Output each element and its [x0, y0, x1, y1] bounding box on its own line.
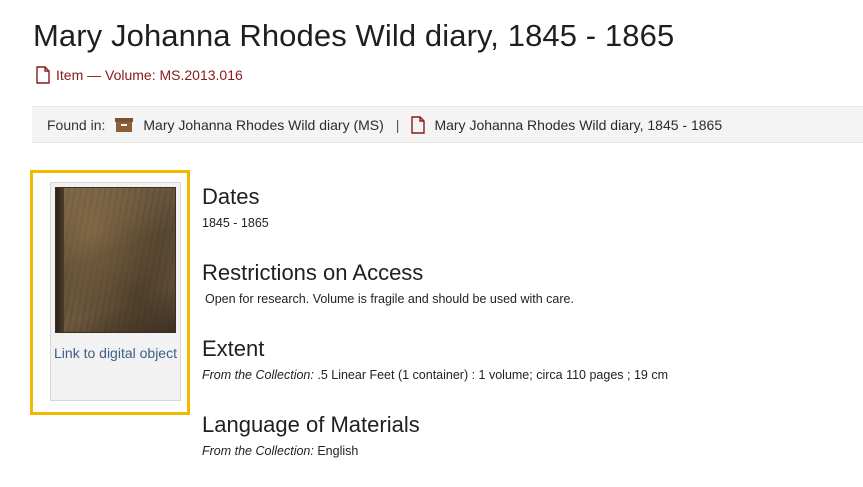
- digital-object-card[interactable]: Link to digital object: [50, 182, 181, 401]
- extent-section: Extent From the Collection: .5 Linear Fe…: [202, 336, 668, 382]
- language-section: Language of Materials From the Collectio…: [202, 412, 420, 458]
- item-identifier: Item — Volume: MS.2013.016: [36, 66, 243, 84]
- dates-section: Dates 1845 - 1865: [202, 184, 269, 230]
- item-identifier-text: Item — Volume: MS.2013.016: [56, 67, 243, 83]
- breadcrumb: Found in: Mary Johanna Rhodes Wild diary…: [32, 106, 863, 143]
- dates-heading: Dates: [202, 184, 260, 209]
- breadcrumb-collection-link[interactable]: Mary Johanna Rhodes Wild diary (MS): [143, 117, 383, 133]
- dates-value: 1845 - 1865: [202, 216, 269, 230]
- language-heading: Language of Materials: [202, 412, 420, 437]
- archive-box-icon: [115, 117, 134, 132]
- digital-object-link[interactable]: Link to digital object: [51, 343, 180, 363]
- diary-cover-thumbnail[interactable]: [55, 187, 176, 333]
- breadcrumb-separator: |: [395, 116, 400, 133]
- language-value: From the Collection: English: [202, 444, 420, 458]
- extent-heading: Extent: [202, 336, 265, 361]
- restrictions-value: Open for research. Volume is fragile and…: [205, 292, 574, 306]
- breadcrumb-item-link[interactable]: Mary Johanna Rhodes Wild diary, 1845 - 1…: [434, 117, 722, 133]
- restrictions-heading: Restrictions on Access: [202, 260, 424, 285]
- extent-value: From the Collection: .5 Linear Feet (1 c…: [202, 368, 668, 382]
- extent-prefix: From the Collection:: [202, 368, 314, 382]
- extent-text: .5 Linear Feet (1 container) : 1 volume;…: [317, 368, 668, 382]
- language-text: English: [317, 444, 359, 458]
- document-icon: [36, 66, 50, 84]
- digital-object-highlight: Link to digital object: [30, 170, 190, 415]
- language-prefix: From the Collection:: [202, 444, 314, 458]
- document-icon: [411, 115, 426, 134]
- page-title: Mary Johanna Rhodes Wild diary, 1845 - 1…: [33, 18, 675, 53]
- restrictions-section: Restrictions on Access Open for research…: [202, 260, 574, 306]
- found-in-label: Found in:: [47, 116, 106, 133]
